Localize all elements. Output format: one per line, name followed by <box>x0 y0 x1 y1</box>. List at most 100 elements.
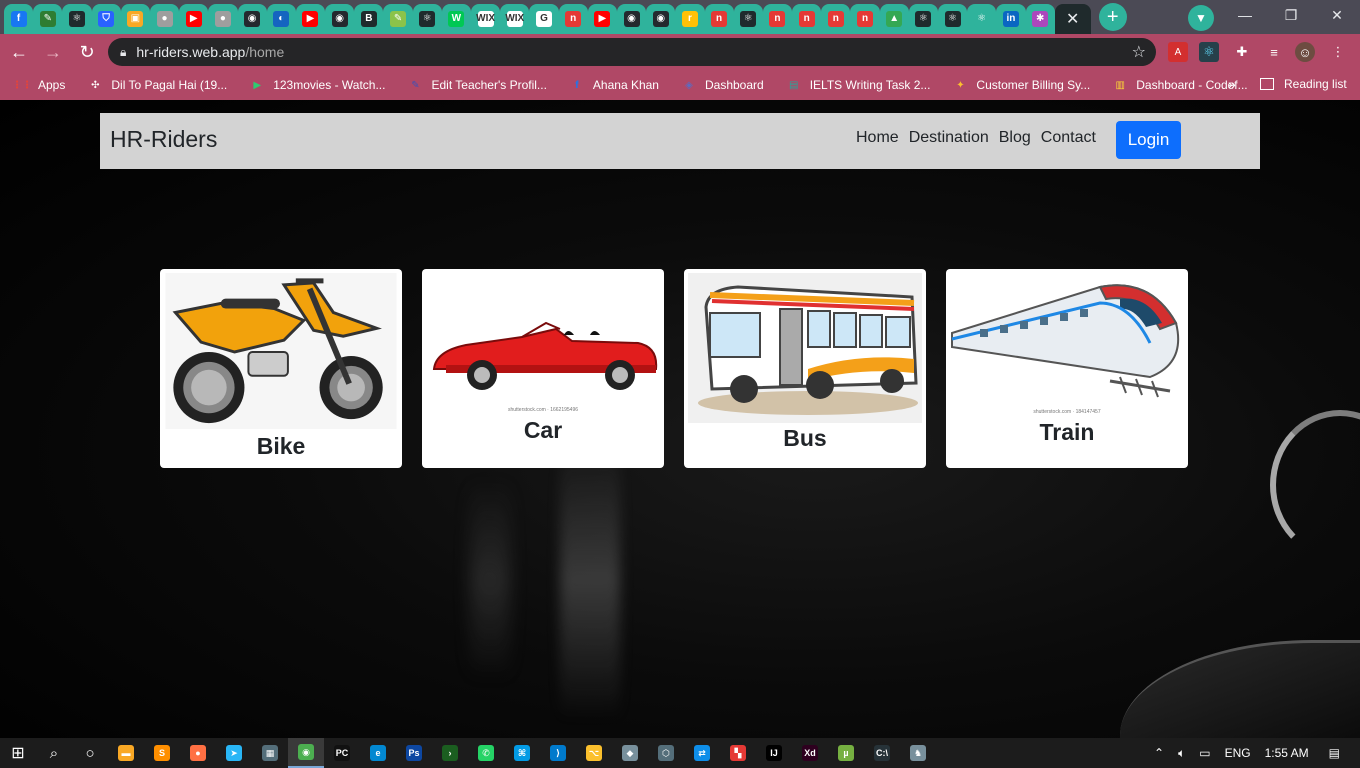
site-brand[interactable]: HR-Riders <box>110 126 217 153</box>
browser-tab[interactable]: ◉ <box>237 4 267 34</box>
close-window-button[interactable]: ✕ <box>1314 0 1360 30</box>
browser-tab[interactable]: in <box>996 4 1026 34</box>
browser-tab[interactable]: ⚛ <box>412 4 442 34</box>
browser-tab[interactable]: B <box>354 4 384 34</box>
bookmark-star-icon[interactable]: ☆ <box>1132 42 1146 62</box>
taskbar-app[interactable]: ⌥ <box>576 738 612 768</box>
pdf-extension-icon[interactable]: A <box>1168 42 1188 62</box>
notifications-icon[interactable]: ▤ <box>1329 746 1340 760</box>
taskbar-app[interactable]: S <box>144 738 180 768</box>
browser-tab[interactable]: G <box>529 4 559 34</box>
browser-tab[interactable]: ● <box>208 4 238 34</box>
taskbar-app[interactable]: ▬ <box>108 738 144 768</box>
minimize-button[interactable]: — <box>1222 0 1268 30</box>
search-icon[interactable]: ⌕ <box>36 738 72 768</box>
browser-tab[interactable]: ⚛ <box>908 4 938 34</box>
bookmark-item[interactable]: ▤ IELTS Writing Task 2... <box>786 77 930 93</box>
browser-tab[interactable]: WIX <box>471 4 501 34</box>
browser-tab[interactable]: ▲ <box>879 4 909 34</box>
taskbar-app[interactable]: ✆ <box>468 738 504 768</box>
more-bookmarks-icon[interactable]: » <box>1228 76 1236 92</box>
active-tab[interactable]: ✕ <box>1054 4 1091 34</box>
browser-tab[interactable]: WIX <box>500 4 530 34</box>
restore-button[interactable]: ❐ <box>1268 0 1314 30</box>
browser-tab[interactable]: ▶ <box>295 4 326 34</box>
tab-search-button[interactable]: ▼ <box>1188 5 1214 31</box>
profile-avatar[interactable]: ☺ <box>1295 42 1315 62</box>
browser-tab[interactable]: ⚛ <box>62 4 92 34</box>
bookmark-item[interactable]: ✎ Edit Teacher's Profil... <box>407 77 547 93</box>
taskbar-app[interactable]: ◆ <box>612 738 648 768</box>
media-control-icon[interactable]: ≡ <box>1264 42 1284 62</box>
taskbar-app[interactable]: ▚ <box>720 738 756 768</box>
taskbar-app[interactable]: IJ <box>756 738 792 768</box>
taskbar-app[interactable]: Ps <box>396 738 432 768</box>
nav-link-blog[interactable]: Blog <box>999 129 1031 147</box>
browser-tab[interactable]: n <box>558 4 588 34</box>
volume-icon[interactable]: 🔈︎ <box>1178 746 1185 761</box>
taskbar-app[interactable]: ▦ <box>252 738 288 768</box>
browser-tab[interactable]: ✱ <box>1025 4 1055 34</box>
browser-tab[interactable]: n <box>821 4 851 34</box>
taskbar-app[interactable]: ♞ <box>900 738 936 768</box>
browser-tab[interactable]: ⚛ <box>938 4 968 34</box>
tray-chevron-icon[interactable]: ⌃ <box>1154 746 1164 760</box>
language-indicator[interactable]: ENG <box>1225 746 1251 760</box>
bookmark-item[interactable]: ◈ Dashboard <box>681 77 764 93</box>
bookmark-item[interactable]: ✦ Customer Billing Sy... <box>952 77 1090 93</box>
taskbar-app[interactable]: µ <box>828 738 864 768</box>
bookmark-item[interactable]: ▶ 123movies - Watch... <box>249 77 385 93</box>
browser-tab[interactable]: n <box>792 4 822 34</box>
bookmark-item[interactable]: f Ahana Khan <box>569 77 659 93</box>
windows-start-icon[interactable]: ⊞ <box>0 738 36 768</box>
taskbar-app[interactable]: ⟩ <box>540 738 576 768</box>
browser-tab[interactable]: r <box>675 4 705 34</box>
clock[interactable]: 1:55 AM <box>1265 746 1309 760</box>
taskbar-app[interactable]: Xd <box>792 738 828 768</box>
browser-tab[interactable]: ▶ <box>587 4 617 34</box>
browser-tab[interactable]: n <box>850 4 880 34</box>
bookmark-item[interactable]: ⋮⋮ Apps <box>12 77 65 93</box>
browser-tab[interactable]: ◉ <box>325 4 355 34</box>
taskbar-app[interactable]: › <box>432 738 468 768</box>
chrome-menu-icon[interactable]: ⋮ <box>1328 42 1348 62</box>
taskbar-app[interactable]: ⌘ <box>504 738 540 768</box>
browser-tab[interactable]: ⚛ <box>967 4 997 34</box>
address-bar[interactable]: 🔒︎ hr-riders.web.app/home ☆ <box>108 38 1156 66</box>
nav-link-home[interactable]: Home <box>856 129 899 147</box>
browser-tab[interactable]: ✎ <box>33 4 63 34</box>
vehicle-card-train[interactable]: shutterstock.com · 184147457 Train <box>946 269 1188 468</box>
browser-tab[interactable]: ✎ <box>383 4 413 34</box>
browser-tab[interactable]: n <box>704 4 734 34</box>
browser-tab[interactable]: ◉ <box>616 4 647 34</box>
taskbar-app[interactable]: ◉ <box>288 738 324 768</box>
reload-icon[interactable]: ↻ <box>72 37 102 67</box>
browser-tab[interactable]: ⛉ <box>91 4 121 34</box>
taskbar-app[interactable]: ➤ <box>216 738 252 768</box>
browser-tab[interactable]: ▶ <box>179 4 209 34</box>
reading-list-button[interactable]: Reading list <box>1260 77 1347 91</box>
browser-tab[interactable]: ▣ <box>120 4 150 34</box>
network-icon[interactable]: ▭ <box>1199 746 1210 760</box>
taskbar-app[interactable]: ⇄ <box>684 738 720 768</box>
task-view-icon[interactable]: ○ <box>72 738 108 768</box>
browser-tab[interactable]: ⚛ <box>733 4 763 34</box>
browser-tab[interactable]: ◉ <box>646 4 676 34</box>
browser-tab[interactable]: W <box>441 4 471 34</box>
close-tab-icon[interactable]: ✕ <box>1066 9 1079 29</box>
taskbar-app[interactable]: ⬡ <box>648 738 684 768</box>
taskbar-app[interactable]: PC <box>324 738 360 768</box>
vehicle-card-car[interactable]: shutterstock.com · 1662195496 Car <box>422 269 664 468</box>
taskbar-app[interactable]: ● <box>180 738 216 768</box>
nav-link-destination[interactable]: Destination <box>909 129 989 147</box>
new-tab-button[interactable]: + <box>1098 3 1127 31</box>
nav-link-contact[interactable]: Contact <box>1041 129 1096 147</box>
browser-tab[interactable]: f <box>4 4 34 34</box>
browser-tab[interactable]: ● <box>149 4 180 34</box>
taskbar-app[interactable]: e <box>360 738 396 768</box>
extensions-puzzle-icon[interactable]: ✚ <box>1232 42 1252 62</box>
taskbar-app[interactable]: C:\ <box>864 738 900 768</box>
vehicle-card-bus[interactable]: Bus <box>684 269 926 468</box>
forward-icon[interactable]: → <box>38 37 68 67</box>
browser-tab[interactable]: ◐ <box>266 4 296 34</box>
